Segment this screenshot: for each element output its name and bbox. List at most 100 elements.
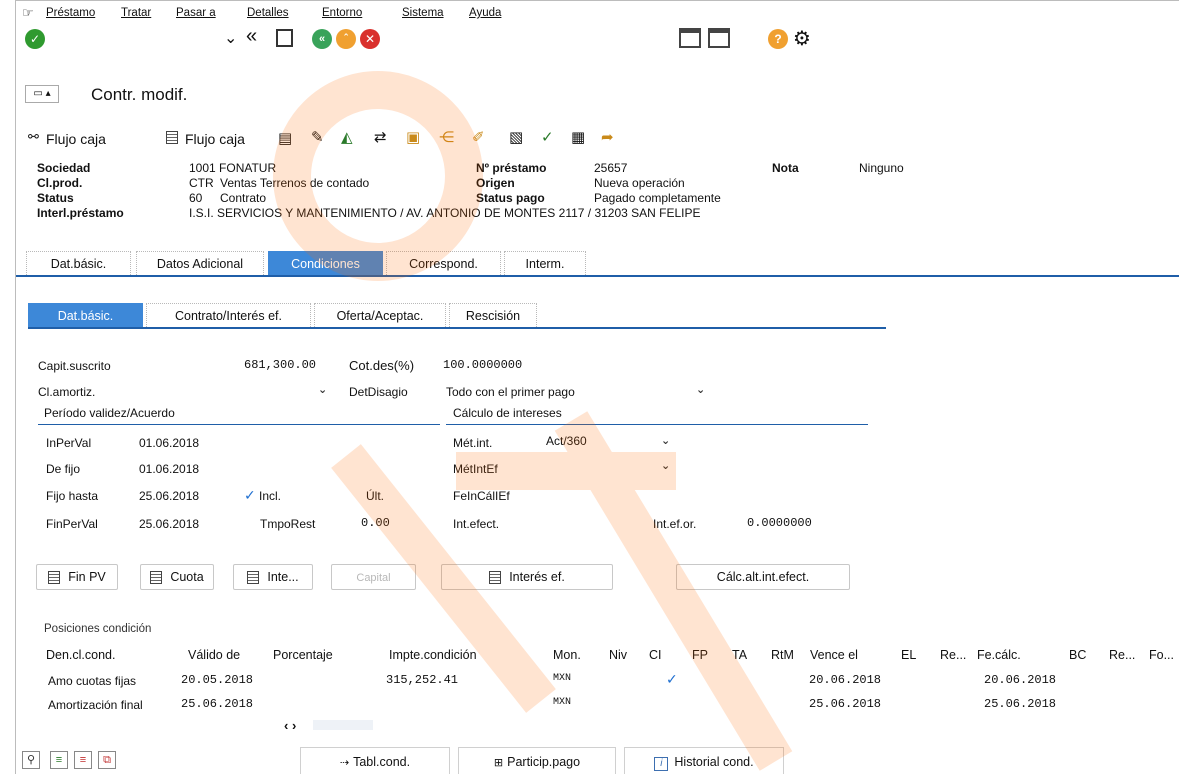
col-den[interactable]: Den.cl.cond. [46,648,115,662]
cancel-icon[interactable]: ✕ [360,29,380,49]
incl-checkbox[interactable]: ✓ [244,487,256,504]
col-re2[interactable]: Re... [1109,648,1135,662]
back-double-icon[interactable]: « [246,25,257,48]
finperval-value[interactable]: 25.06.2018 [139,517,199,531]
command-dropdown-icon[interactable]: ⌄ [224,28,237,48]
grid-icon[interactable]: ▦ [571,128,585,146]
split-icon[interactable]: ⋲ [439,128,454,146]
col-ci[interactable]: CI [649,648,662,662]
cotdes-value[interactable]: 100.0000000 [443,358,522,372]
inperval-value[interactable]: 01.06.2018 [139,436,199,450]
capit-value[interactable]: 681,300.00 [244,358,316,372]
detdisagio-dropdown-icon[interactable]: ⌄ [696,383,705,396]
menu-sistema[interactable]: Sistema [402,7,444,19]
filter-icon[interactable]: ⚲ [22,751,40,769]
metint-dropdown-icon[interactable]: ⌄ [661,434,670,447]
col-re1[interactable]: Re... [940,648,966,662]
tab-dat-basic[interactable]: Dat.básic. [26,251,131,275]
positions-title: Posiciones condición [44,623,152,635]
tab-correspond[interactable]: Correspond. [386,251,501,275]
copy-icon[interactable]: ⧉ [98,751,116,769]
row1-importe: 315,252.41 [386,673,459,687]
menu-entorno[interactable]: Entorno [322,7,362,19]
col-vence[interactable]: Vence el [810,648,858,662]
edit-icon[interactable]: ✎ [311,128,324,146]
col-fecalc[interactable]: Fe.cálc. [977,648,1021,662]
intefor-value[interactable]: 0.0000000 [747,516,812,530]
col-bc[interactable]: BC [1069,648,1086,662]
help-icon[interactable]: ? [768,29,788,49]
col-importe[interactable]: Impte.condición [389,648,477,662]
tab-datos-adicional[interactable]: Datos Adicional [136,251,264,275]
horizontal-scroll-arrows[interactable]: ‹ › [284,718,296,733]
fin-pv-button[interactable]: Fin PV [36,564,118,590]
row1-fecalc: 20.06.2018 [984,673,1057,687]
row1-ci-check[interactable]: ✓ [666,671,678,688]
menu-ayuda[interactable]: Ayuda [469,7,501,19]
col-ta[interactable]: TA [732,648,747,662]
tab-condiciones[interactable]: Condiciones [268,251,383,275]
metintef-dropdown-icon[interactable]: ⌄ [661,459,670,472]
col-el[interactable]: EL [901,648,916,662]
menu-tratar[interactable]: Tratar [121,7,151,19]
tmporest-value[interactable]: 0.00 [361,516,390,530]
subtab-rescision[interactable]: Rescisión [449,303,537,327]
delete-row-icon[interactable]: ≡ [74,751,92,769]
menu-detalles[interactable]: Detalles [247,7,289,19]
cuota-button[interactable]: Cuota [140,564,214,590]
exit-icon[interactable]: ˆ [336,29,356,49]
capital-button[interactable]: Capital [331,564,416,590]
defijo-value[interactable]: 01.06.2018 [139,462,199,476]
document-icon[interactable]: ▧ [509,128,523,146]
interes-ef-button[interactable]: Interés ef. [441,564,613,590]
menu-button-icon[interactable]: ▭ ▴ [25,85,59,103]
col-fp[interactable]: FP [692,648,708,662]
cashflow-glasses-icon[interactable]: ⚯ [28,129,39,145]
fijohasta-value[interactable]: 25.06.2018 [139,489,199,503]
insert-row-icon[interactable]: ≡ [50,751,68,769]
flujo-caja-button-1[interactable]: Flujo caja [46,131,106,147]
back-icon[interactable]: « [312,29,332,49]
particip-pago-button[interactable]: ⊞ Particip.pago [458,747,616,774]
chart-icon[interactable]: ◭ [341,128,353,146]
menu-pasar-a[interactable]: Pasar a [176,7,216,19]
sub-tabs: Dat.básic. Contrato/Interés ef. Oferta/A… [16,303,886,327]
detdisagio-value[interactable]: Todo con el primer pago [446,385,575,399]
menu-prestamo[interactable]: Préstamo [46,7,95,19]
col-fo[interactable]: Fo... [1149,648,1174,662]
calc-alt-button[interactable]: Cálc.alt.int.efect. [676,564,850,590]
flujo-caja-button-2[interactable]: Flujo caja [185,131,245,147]
clamortiz-label: Cl.amortiz. [38,385,96,399]
col-niv[interactable]: Niv [609,648,627,662]
calendar-icon[interactable]: ▣ [406,128,420,146]
col-valido[interactable]: Válido de [188,648,240,662]
inte-button[interactable]: Inte... [233,564,313,590]
save-icon[interactable] [276,29,293,47]
pencil-icon[interactable]: ✐ [472,128,485,146]
table-icon[interactable] [166,130,186,145]
clamortiz-dropdown-icon[interactable]: ⌄ [318,383,327,396]
subtab-contrato-interes[interactable]: Contrato/Interés ef. [146,303,311,327]
shortcut-icon[interactable] [708,28,730,48]
col-rtm[interactable]: RtM [771,648,794,662]
enter-check-icon[interactable]: ✓ [25,29,45,49]
export-icon[interactable]: ➦ [601,128,614,146]
table-icon [489,571,502,585]
col-mon[interactable]: Mon. [553,648,581,662]
settings-gear-icon[interactable]: ⚙ [793,26,811,51]
menu-icon[interactable]: ☞ [22,5,34,21]
subtab-dat-basic[interactable]: Dat.básic. [28,303,143,327]
subtab-oferta-aceptac[interactable]: Oferta/Aceptac. [314,303,446,327]
historial-cond-button[interactable]: i Historial cond. [624,747,784,774]
approve-icon[interactable]: ✓ [541,128,554,146]
list-icon[interactable]: ▤ [278,129,292,147]
scroll-thumb[interactable] [313,720,373,730]
tabl-cond-button[interactable]: ⇢ Tabl.cond. [300,747,450,774]
col-porcentaje[interactable]: Porcentaje [273,648,333,662]
sociedad-value: 1001 FONATUR [189,161,277,175]
new-session-icon[interactable] [679,28,701,48]
interes-ef-label: Interés ef. [509,570,565,584]
transfer-icon[interactable]: ⇄ [374,128,387,146]
metint-value[interactable]: Act/360 [546,434,587,448]
tab-interm[interactable]: Interm. [504,251,586,275]
